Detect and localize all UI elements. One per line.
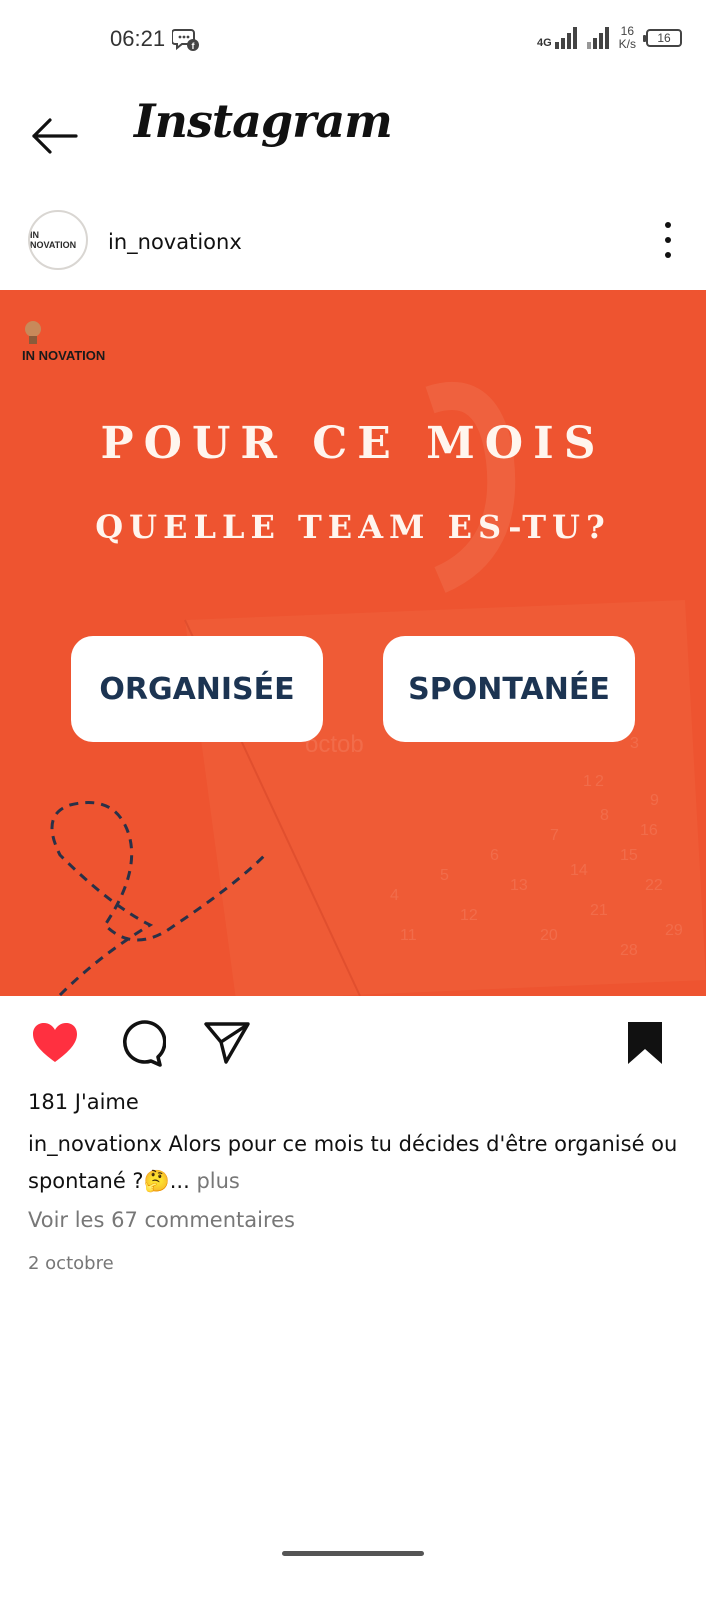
avatar[interactable]: IN NOVATION xyxy=(28,210,88,270)
post-username[interactable]: in_novationx xyxy=(108,230,242,254)
home-indicator[interactable] xyxy=(282,1551,424,1556)
post-date: 2 octobre xyxy=(28,1253,114,1274)
svg-text:9: 9 xyxy=(650,792,659,809)
back-button[interactable] xyxy=(28,110,80,162)
lightbulb-brain-icon xyxy=(25,321,41,344)
svg-text:3: 3 xyxy=(630,735,639,752)
post-image-logo: IN NOVATION xyxy=(22,320,105,363)
svg-text:1: 1 xyxy=(583,773,592,790)
view-comments-link[interactable]: Voir les 67 commentaires xyxy=(28,1208,295,1232)
likes-count[interactable]: 181 J'aime xyxy=(28,1090,139,1114)
messenger-notification-icon: f xyxy=(171,26,200,52)
svg-text:28: 28 xyxy=(620,942,638,959)
post-image-logo-text: IN NOVATION xyxy=(22,348,106,363)
choice-spontanee: SPONTANÉE xyxy=(383,636,635,742)
battery-level: 16 xyxy=(657,31,671,45)
svg-text:21: 21 xyxy=(590,902,608,919)
caption-username[interactable]: in_novationx xyxy=(28,1132,162,1156)
svg-text:5: 5 xyxy=(440,867,449,884)
status-bar: 06:21 f 4G 16 K/s 16 xyxy=(0,0,720,80)
svg-text:20: 20 xyxy=(540,927,558,944)
svg-text:14: 14 xyxy=(570,862,588,879)
svg-text:2: 2 xyxy=(595,773,604,790)
post-image[interactable]: octob 3 16 15 289 765 4 14 22 21 13 12 11 20 28 … xyxy=(0,290,706,996)
like-button[interactable] xyxy=(30,1018,80,1068)
svg-text:11: 11 xyxy=(400,927,417,944)
post-options-button[interactable] xyxy=(656,222,680,258)
share-button[interactable] xyxy=(202,1018,252,1068)
choice-organisee: ORGANISÉE xyxy=(71,636,323,742)
caption-more-link[interactable]: plus xyxy=(190,1169,239,1193)
comment-bubble-icon xyxy=(123,1020,167,1067)
post-caption: in_novationx Alors pour ce mois tu décid… xyxy=(28,1126,688,1200)
post-image-title: POUR CE MOIS xyxy=(100,418,606,469)
svg-text:4: 4 xyxy=(390,887,399,904)
network-speed: 16 K/s xyxy=(619,25,636,51)
post-header: IN NOVATION in_novationx xyxy=(0,200,720,290)
svg-text:15: 15 xyxy=(620,847,638,864)
app-header: Instagram xyxy=(0,80,720,190)
svg-text:22: 22 xyxy=(645,877,663,894)
heart-filled-icon xyxy=(33,1023,77,1062)
signal-strength-icon-2 xyxy=(586,27,609,49)
post-actions xyxy=(0,1000,720,1084)
paper-plane-icon xyxy=(204,1022,250,1064)
signal-strength-icon xyxy=(554,27,577,49)
arrow-left-icon xyxy=(32,118,78,154)
svg-text:7: 7 xyxy=(550,827,559,844)
svg-text:16: 16 xyxy=(640,822,658,839)
svg-text:6: 6 xyxy=(490,847,499,864)
comment-button[interactable] xyxy=(116,1018,167,1068)
save-button[interactable] xyxy=(620,1018,670,1068)
network-type: 4G xyxy=(536,37,552,49)
svg-text:29: 29 xyxy=(665,922,683,939)
post-image-subtitle: QUELLE TEAM ES-TU? xyxy=(95,508,611,546)
svg-text:8: 8 xyxy=(600,807,609,824)
svg-text:13: 13 xyxy=(510,877,528,894)
battery-icon: 16 xyxy=(643,29,682,47)
avatar-logo-text: IN NOVATION xyxy=(30,230,77,250)
bookmark-filled-icon xyxy=(628,1022,662,1064)
network-speed-unit: K/s xyxy=(618,37,636,51)
svg-text:12: 12 xyxy=(460,907,478,924)
instagram-logo: Instagram xyxy=(134,94,393,148)
vertical-ellipsis-icon xyxy=(665,222,671,228)
status-time: 06:21 xyxy=(110,26,166,51)
